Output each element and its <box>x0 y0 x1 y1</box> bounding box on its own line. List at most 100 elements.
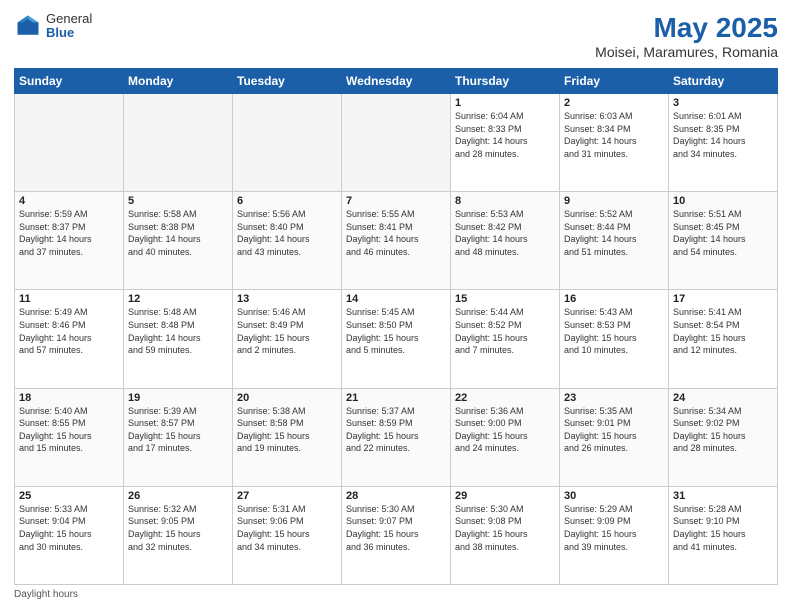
header: General Blue May 2025 Moisei, Maramures,… <box>14 12 778 60</box>
calendar-cell: 23Sunrise: 5:35 AMSunset: 9:01 PMDayligh… <box>560 388 669 486</box>
calendar-cell: 18Sunrise: 5:40 AMSunset: 8:55 PMDayligh… <box>15 388 124 486</box>
day-info: Sunrise: 5:37 AMSunset: 8:59 PMDaylight:… <box>346 405 446 455</box>
day-info: Sunrise: 5:49 AMSunset: 8:46 PMDaylight:… <box>19 306 119 356</box>
day-info: Sunrise: 5:45 AMSunset: 8:50 PMDaylight:… <box>346 306 446 356</box>
calendar-cell: 3Sunrise: 6:01 AMSunset: 8:35 PMDaylight… <box>669 94 778 192</box>
col-sunday: Sunday <box>15 69 124 94</box>
day-number: 9 <box>564 195 664 207</box>
day-info: Sunrise: 5:41 AMSunset: 8:54 PMDaylight:… <box>673 306 773 356</box>
calendar-cell: 25Sunrise: 5:33 AMSunset: 9:04 PMDayligh… <box>15 486 124 584</box>
logo: General Blue <box>14 12 92 41</box>
calendar-week-4: 18Sunrise: 5:40 AMSunset: 8:55 PMDayligh… <box>15 388 778 486</box>
day-number: 26 <box>128 490 228 502</box>
day-info: Sunrise: 5:28 AMSunset: 9:10 PMDaylight:… <box>673 503 773 553</box>
calendar-cell <box>15 94 124 192</box>
subtitle: Moisei, Maramures, Romania <box>595 44 778 60</box>
day-info: Sunrise: 5:33 AMSunset: 9:04 PMDaylight:… <box>19 503 119 553</box>
calendar-cell <box>124 94 233 192</box>
day-number: 4 <box>19 195 119 207</box>
day-number: 3 <box>673 97 773 109</box>
main-title: May 2025 <box>595 12 778 44</box>
calendar-week-1: 1Sunrise: 6:04 AMSunset: 8:33 PMDaylight… <box>15 94 778 192</box>
calendar-cell: 26Sunrise: 5:32 AMSunset: 9:05 PMDayligh… <box>124 486 233 584</box>
day-info: Sunrise: 5:31 AMSunset: 9:06 PMDaylight:… <box>237 503 337 553</box>
day-number: 6 <box>237 195 337 207</box>
col-saturday: Saturday <box>669 69 778 94</box>
calendar-cell: 8Sunrise: 5:53 AMSunset: 8:42 PMDaylight… <box>451 192 560 290</box>
calendar-cell: 13Sunrise: 5:46 AMSunset: 8:49 PMDayligh… <box>233 290 342 388</box>
day-number: 23 <box>564 392 664 404</box>
col-thursday: Thursday <box>451 69 560 94</box>
day-info: Sunrise: 5:35 AMSunset: 9:01 PMDaylight:… <box>564 405 664 455</box>
calendar-cell: 17Sunrise: 5:41 AMSunset: 8:54 PMDayligh… <box>669 290 778 388</box>
calendar-cell: 4Sunrise: 5:59 AMSunset: 8:37 PMDaylight… <box>15 192 124 290</box>
col-wednesday: Wednesday <box>342 69 451 94</box>
day-number: 17 <box>673 293 773 305</box>
day-info: Sunrise: 5:52 AMSunset: 8:44 PMDaylight:… <box>564 208 664 258</box>
logo-general-label: General <box>46 12 92 26</box>
day-info: Sunrise: 5:59 AMSunset: 8:37 PMDaylight:… <box>19 208 119 258</box>
day-number: 24 <box>673 392 773 404</box>
day-info: Sunrise: 5:48 AMSunset: 8:48 PMDaylight:… <box>128 306 228 356</box>
day-number: 12 <box>128 293 228 305</box>
calendar-cell: 14Sunrise: 5:45 AMSunset: 8:50 PMDayligh… <box>342 290 451 388</box>
day-number: 10 <box>673 195 773 207</box>
day-number: 25 <box>19 490 119 502</box>
logo-blue-label: Blue <box>46 26 92 40</box>
calendar-body: 1Sunrise: 6:04 AMSunset: 8:33 PMDaylight… <box>15 94 778 585</box>
calendar-cell: 20Sunrise: 5:38 AMSunset: 8:58 PMDayligh… <box>233 388 342 486</box>
calendar-table: Sunday Monday Tuesday Wednesday Thursday… <box>14 68 778 585</box>
day-number: 5 <box>128 195 228 207</box>
day-info: Sunrise: 5:46 AMSunset: 8:49 PMDaylight:… <box>237 306 337 356</box>
day-info: Sunrise: 5:53 AMSunset: 8:42 PMDaylight:… <box>455 208 555 258</box>
calendar-week-5: 25Sunrise: 5:33 AMSunset: 9:04 PMDayligh… <box>15 486 778 584</box>
day-info: Sunrise: 5:39 AMSunset: 8:57 PMDaylight:… <box>128 405 228 455</box>
calendar-cell: 31Sunrise: 5:28 AMSunset: 9:10 PMDayligh… <box>669 486 778 584</box>
logo-icon <box>14 12 42 40</box>
day-number: 8 <box>455 195 555 207</box>
calendar-cell: 9Sunrise: 5:52 AMSunset: 8:44 PMDaylight… <box>560 192 669 290</box>
calendar-cell: 22Sunrise: 5:36 AMSunset: 9:00 PMDayligh… <box>451 388 560 486</box>
day-number: 11 <box>19 293 119 305</box>
calendar-cell: 27Sunrise: 5:31 AMSunset: 9:06 PMDayligh… <box>233 486 342 584</box>
day-info: Sunrise: 5:43 AMSunset: 8:53 PMDaylight:… <box>564 306 664 356</box>
day-number: 13 <box>237 293 337 305</box>
col-friday: Friday <box>560 69 669 94</box>
calendar-cell: 11Sunrise: 5:49 AMSunset: 8:46 PMDayligh… <box>15 290 124 388</box>
day-info: Sunrise: 5:29 AMSunset: 9:09 PMDaylight:… <box>564 503 664 553</box>
day-number: 2 <box>564 97 664 109</box>
day-number: 7 <box>346 195 446 207</box>
day-number: 28 <box>346 490 446 502</box>
calendar-cell: 12Sunrise: 5:48 AMSunset: 8:48 PMDayligh… <box>124 290 233 388</box>
day-number: 1 <box>455 97 555 109</box>
calendar-cell: 29Sunrise: 5:30 AMSunset: 9:08 PMDayligh… <box>451 486 560 584</box>
calendar-cell: 10Sunrise: 5:51 AMSunset: 8:45 PMDayligh… <box>669 192 778 290</box>
day-number: 20 <box>237 392 337 404</box>
calendar-week-2: 4Sunrise: 5:59 AMSunset: 8:37 PMDaylight… <box>15 192 778 290</box>
calendar-cell <box>342 94 451 192</box>
header-row: Sunday Monday Tuesday Wednesday Thursday… <box>15 69 778 94</box>
day-info: Sunrise: 5:51 AMSunset: 8:45 PMDaylight:… <box>673 208 773 258</box>
day-info: Sunrise: 5:55 AMSunset: 8:41 PMDaylight:… <box>346 208 446 258</box>
calendar-cell: 19Sunrise: 5:39 AMSunset: 8:57 PMDayligh… <box>124 388 233 486</box>
calendar-cell: 2Sunrise: 6:03 AMSunset: 8:34 PMDaylight… <box>560 94 669 192</box>
calendar-cell: 15Sunrise: 5:44 AMSunset: 8:52 PMDayligh… <box>451 290 560 388</box>
day-info: Sunrise: 5:56 AMSunset: 8:40 PMDaylight:… <box>237 208 337 258</box>
day-info: Sunrise: 5:32 AMSunset: 9:05 PMDaylight:… <box>128 503 228 553</box>
day-info: Sunrise: 6:01 AMSunset: 8:35 PMDaylight:… <box>673 110 773 160</box>
col-monday: Monday <box>124 69 233 94</box>
calendar-cell: 5Sunrise: 5:58 AMSunset: 8:38 PMDaylight… <box>124 192 233 290</box>
day-number: 31 <box>673 490 773 502</box>
page: General Blue May 2025 Moisei, Maramures,… <box>0 0 792 612</box>
day-info: Sunrise: 5:36 AMSunset: 9:00 PMDaylight:… <box>455 405 555 455</box>
day-info: Sunrise: 5:30 AMSunset: 9:08 PMDaylight:… <box>455 503 555 553</box>
calendar-cell: 6Sunrise: 5:56 AMSunset: 8:40 PMDaylight… <box>233 192 342 290</box>
calendar-cell <box>233 94 342 192</box>
calendar-cell: 7Sunrise: 5:55 AMSunset: 8:41 PMDaylight… <box>342 192 451 290</box>
day-info: Sunrise: 5:30 AMSunset: 9:07 PMDaylight:… <box>346 503 446 553</box>
calendar-week-3: 11Sunrise: 5:49 AMSunset: 8:46 PMDayligh… <box>15 290 778 388</box>
day-number: 30 <box>564 490 664 502</box>
calendar-cell: 1Sunrise: 6:04 AMSunset: 8:33 PMDaylight… <box>451 94 560 192</box>
day-number: 18 <box>19 392 119 404</box>
day-info: Sunrise: 5:44 AMSunset: 8:52 PMDaylight:… <box>455 306 555 356</box>
